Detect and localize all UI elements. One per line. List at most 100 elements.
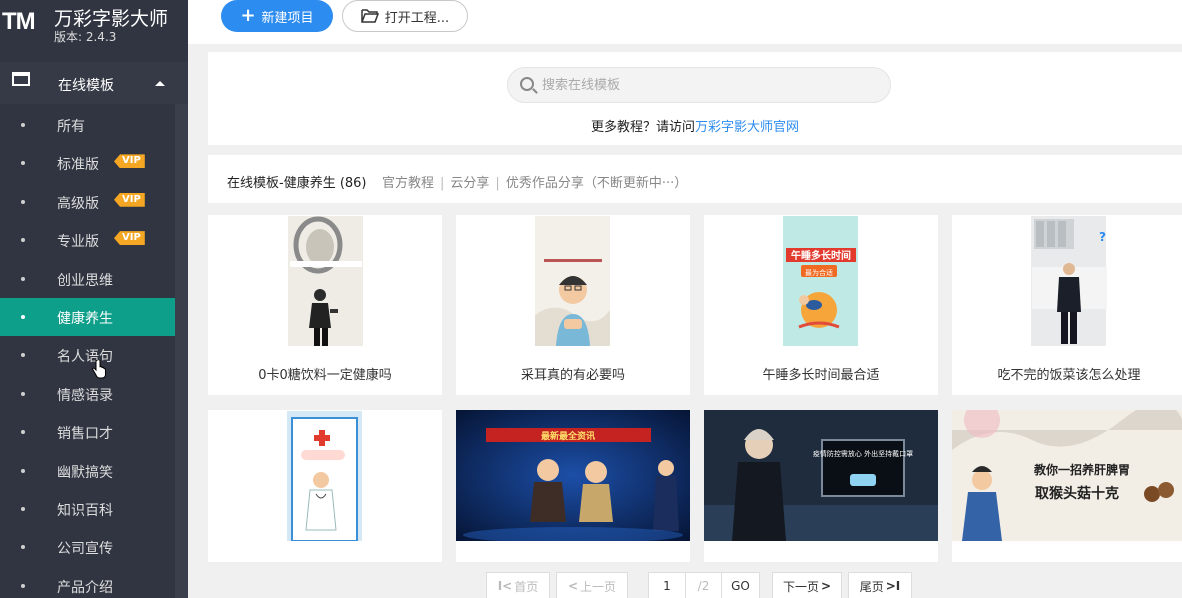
current-page: 1 <box>663 579 671 593</box>
sidebar-item-product[interactable]: 产品介绍 <box>0 567 175 598</box>
template-thumbnail: 最新最全资讯 <box>456 410 690 541</box>
svg-text:?: ? <box>1099 230 1106 244</box>
template-caption: 采耳真的有必要吗 <box>520 368 625 383</box>
vip-badge: VIP <box>114 231 145 246</box>
template-thumbnail: 教你一招养肝脾胃 取猴头菇十克 <box>952 410 1182 541</box>
sidebar-item-health[interactable]: 健康养生 <box>0 297 175 337</box>
bullet-icon <box>21 238 25 243</box>
template-card[interactable] <box>208 410 442 562</box>
thumb-subtitle: 取猴头菇十克 <box>1035 485 1119 502</box>
template-card[interactable]: 疫情防控需放心 外出坚持戴口罩 <box>704 410 938 562</box>
last-page-button[interactable]: 尾页 >I <box>848 572 912 598</box>
bullet-icon <box>21 276 25 281</box>
showcase-link[interactable]: 优秀作品分享（不断更新中···） <box>506 176 687 191</box>
template-thumbnail <box>456 215 690 346</box>
search-input[interactable] <box>542 68 872 102</box>
sidebar-item-startup[interactable]: 创业思维 <box>0 260 175 298</box>
template-caption: 吃不完的饭菜该怎么处理 <box>997 368 1141 383</box>
hand-cursor-icon <box>92 360 106 379</box>
sidebar-item-humor[interactable]: 幽默搞笑 <box>0 452 175 490</box>
sidebar-item-advanced[interactable]: 高级版 VIP <box>0 183 175 221</box>
bullet-icon <box>21 506 25 511</box>
official-tutorial-link[interactable]: 官方教程 <box>382 176 434 191</box>
sidebar-item-label: 情感语录 <box>57 387 113 404</box>
template-thumbnail: 午睡多长时间 最为合适 <box>704 215 938 346</box>
template-card[interactable]: 教你一招养肝脾胃 取猴头菇十克 <box>952 410 1182 562</box>
thumb-title: 教你一招养肝脾胃 <box>1033 462 1130 477</box>
cloud-share-link[interactable]: 云分享 <box>450 176 489 191</box>
sidebar-item-sales[interactable]: 销售口才 <box>0 413 175 451</box>
next-page-label: 下一页 <box>782 579 819 594</box>
template-card[interactable]: 采耳真的有必要吗 <box>456 215 690 395</box>
bullet-icon <box>21 199 25 204</box>
sidebar-item-label: 健康养生 <box>57 310 113 327</box>
sidebar-item-company[interactable]: 公司宣传 <box>0 528 175 566</box>
total-pages-label: /2 <box>697 579 710 593</box>
page-number-input[interactable]: 1 <box>648 572 686 598</box>
first-page-button[interactable]: I< 首页 <box>486 572 550 598</box>
brand: TM 万彩字影大师 版本: 2.4.3 <box>0 0 188 58</box>
sidebar-item-label: 公司宣传 <box>57 541 113 558</box>
template-card[interactable]: 午睡多长时间 最为合适 午睡多长时间最合适 <box>704 215 938 395</box>
next-page-button[interactable]: 下一页 > <box>772 572 842 598</box>
template-card[interactable]: ? 吃不完的饭菜该怎么处理 <box>952 215 1182 395</box>
last-page-label: 尾页 <box>859 579 884 594</box>
tutorial-hint: 更多教程？请访问万彩字影大师官网 <box>208 116 1182 135</box>
template-thumbnail: ? <box>952 215 1182 346</box>
monitor-icon <box>12 72 30 86</box>
plus-icon: + <box>240 4 256 26</box>
bullet-icon <box>21 391 25 396</box>
sidebar-item-pro[interactable]: 专业版 VIP <box>0 221 175 259</box>
sidebar: TM 万彩字影大师 版本: 2.4.3 在线模板 所有 标准版 VIP 高级版 VI… <box>0 0 188 598</box>
template-card[interactable]: 0卡0糖饮料一定健康吗 <box>208 215 442 395</box>
filter-bar: 在线模板-健康养生 (86) 官方教程 | 云分享 | 优秀作品分享（不断更新中···） <box>208 155 1182 203</box>
search-panel: 更多教程？请访问万彩字影大师官网 <box>208 52 1182 145</box>
sidebar-item-label: 标准版 <box>57 157 99 174</box>
bullet-icon <box>21 314 25 319</box>
sidebar-item-label: 创业思维 <box>57 272 113 289</box>
thumb-subtitle: 最为合适 <box>805 268 833 277</box>
caret-up-icon <box>155 81 165 86</box>
prev-page-button[interactable]: < 上一页 <box>556 572 628 598</box>
new-project-label: 新建项目 <box>261 10 314 26</box>
sidebar-item-label: 幽默搞笑 <box>57 464 113 481</box>
total-pages: /2 <box>686 572 722 598</box>
sidebar-item-standard[interactable]: 标准版 VIP <box>0 144 175 182</box>
thumb-title: 最新最全资讯 <box>541 430 595 442</box>
app-logo: TM <box>2 8 36 35</box>
prev-page-label: 上一页 <box>580 579 617 594</box>
sidebar-item-all[interactable]: 所有 <box>0 106 175 144</box>
sidebar-scroll-track <box>175 104 188 598</box>
sidebar-item-label: 高级版 <box>57 195 99 212</box>
sidebar-item-label: 所有 <box>57 119 85 135</box>
pagination: I< 首页 < 上一页 1 /2 GO 下一页 > 尾页 >I <box>188 570 1182 598</box>
bullet-icon <box>21 161 25 166</box>
go-label: GO <box>731 579 750 593</box>
folder-icon <box>361 9 379 23</box>
vip-badge: VIP <box>114 154 145 169</box>
new-project-button[interactable]: + 新建项目 <box>221 0 333 32</box>
search-box <box>507 67 891 103</box>
sidebar-section-online-templates[interactable]: 在线模板 <box>0 62 188 104</box>
sidebar-nav: 所有 标准版 VIP 高级版 VIP 专业版 VIP 创业思维 健康养生 名人语句 情… <box>0 106 175 598</box>
sidebar-item-quotes[interactable]: 名人语句 <box>0 336 175 374</box>
template-caption: 0卡0糖饮料一定健康吗 <box>258 368 392 383</box>
bullet-icon <box>21 583 25 588</box>
open-project-label: 打开工程... <box>384 10 450 26</box>
template-card[interactable]: 最新最全资讯 <box>456 410 690 562</box>
first-page-label: 首页 <box>514 579 539 594</box>
sidebar-item-knowledge[interactable]: 知识百科 <box>0 490 175 528</box>
sidebar-item-label: 专业版 <box>57 234 99 251</box>
current-category: 在线模板-健康养生 (86) <box>227 176 367 191</box>
template-thumbnail <box>208 410 442 541</box>
sidebar-item-emotion[interactable]: 情感语录 <box>0 375 175 413</box>
bullet-icon <box>21 353 25 358</box>
template-caption: 午睡多长时间最合适 <box>762 368 880 383</box>
official-site-link[interactable]: 万彩字影大师官网 <box>695 120 799 135</box>
bullet-icon <box>21 545 25 550</box>
sidebar-item-label: 产品介绍 <box>57 579 113 596</box>
toolbar: + 新建项目 打开工程... <box>188 0 1182 44</box>
go-button[interactable]: GO <box>722 572 760 598</box>
open-project-button[interactable]: 打开工程... <box>342 0 468 32</box>
bullet-icon <box>21 430 25 435</box>
